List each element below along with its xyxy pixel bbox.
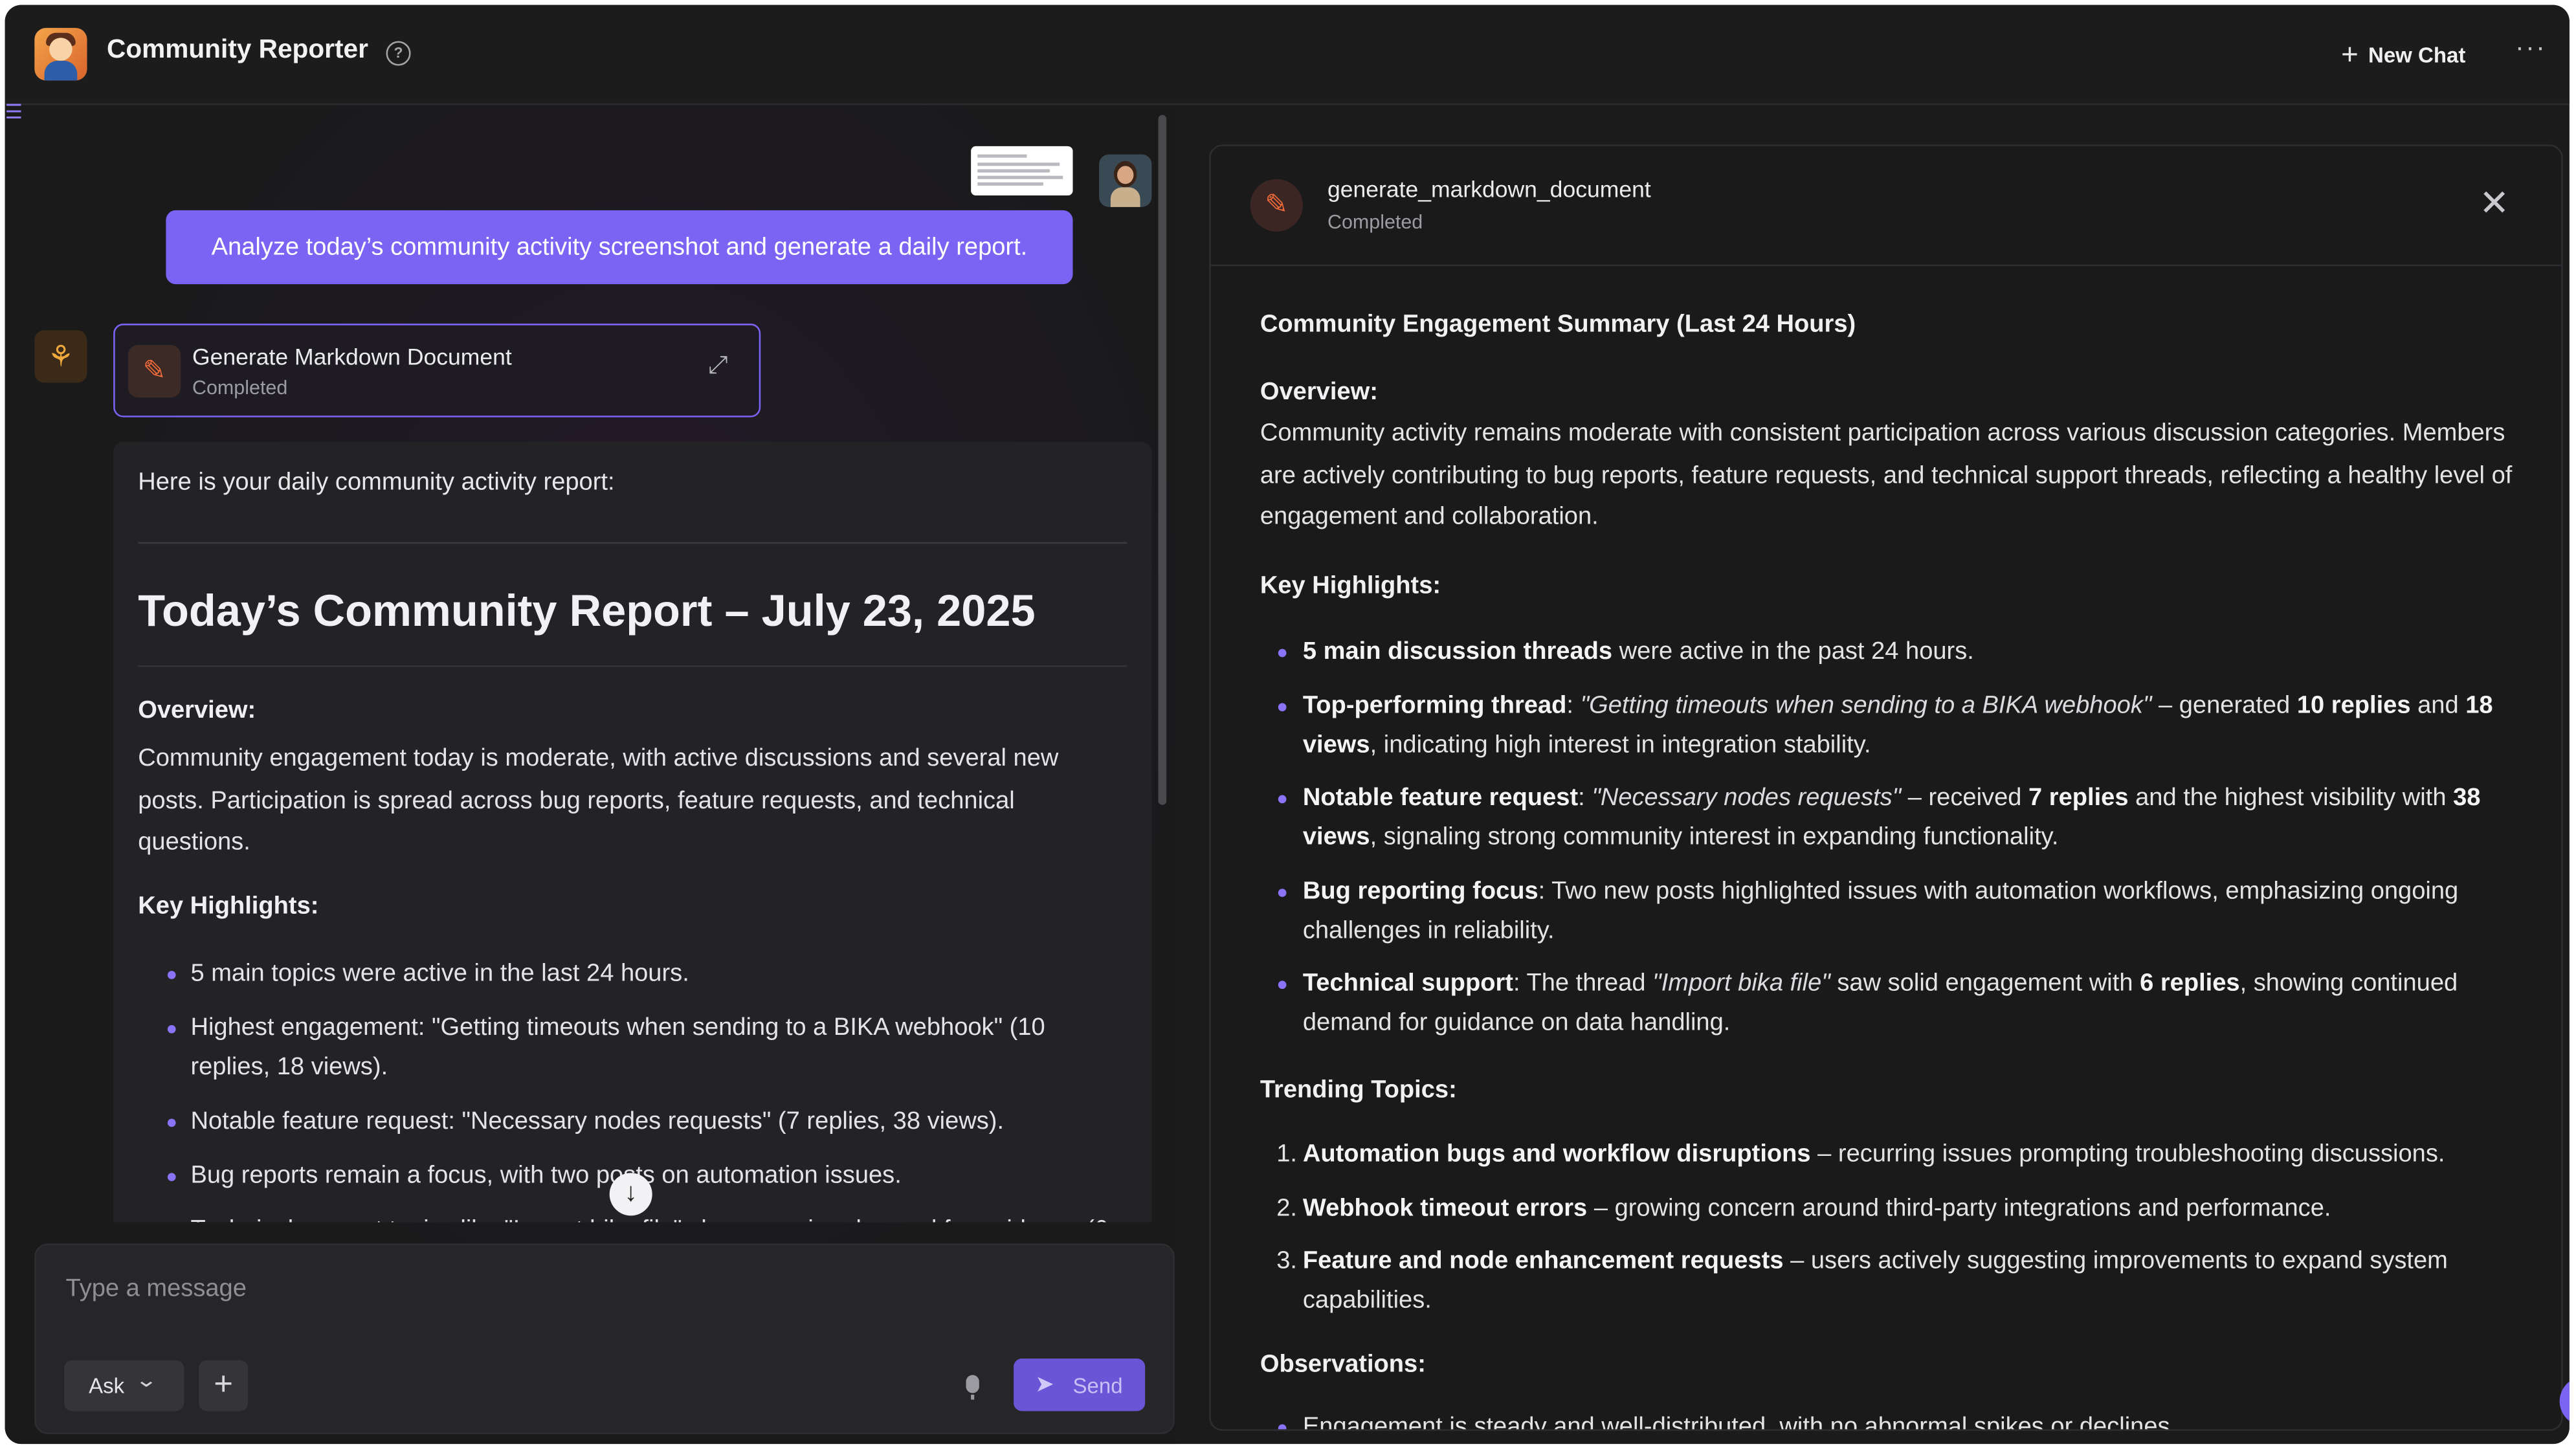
list-item: 2. Webhook timeout errors – growing conce…	[1276, 1193, 2331, 1222]
divider	[138, 542, 1127, 544]
pencil-icon: ✎	[128, 345, 181, 398]
list-item: 5 main discussion threads were active in…	[1260, 632, 2525, 672]
document-preview-panel: ✎ generate_markdown_document Completed ✕…	[1209, 144, 2563, 1431]
mode-select[interactable]: Ask ⌄	[63, 1360, 184, 1412]
list-item: 1. Automation bugs and workflow disruptio…	[1276, 1140, 2445, 1168]
pencil-icon: ✎	[1250, 179, 1303, 232]
overview-label: Overview:	[1260, 377, 1378, 406]
tool-call-card[interactable]: ✎ Generate Markdown Document Completed ⤢	[113, 324, 761, 417]
chat-scrollbar[interactable]	[1158, 115, 1167, 805]
user-avatar	[1099, 154, 1152, 207]
new-chat-button[interactable]: + New Chat	[2341, 38, 2465, 71]
attached-screenshot-thumbnail[interactable]	[971, 146, 1073, 196]
sidebar-toggle-icon[interactable]: ☰	[5, 100, 28, 124]
message-composer: Type a message Ask ⌄ + ➤ Send	[34, 1243, 1175, 1434]
overview-text: Community engagement today is moderate, …	[138, 744, 1059, 856]
new-chat-label: New Chat	[2368, 41, 2466, 67]
list-item: 3. Feature and node enhancement requests …	[1276, 1246, 2448, 1314]
highlights-list: 5 main discussion threads were active in…	[1260, 632, 2525, 1057]
document-tool-name: generate_markdown_document	[1327, 175, 1651, 203]
tool-call-name: Generate Markdown Document	[192, 343, 512, 370]
assistant-avatar-icon: ⚘	[34, 330, 87, 383]
chat-area: Analyze today’s community activity scree…	[5, 105, 1177, 1445]
list-item: Top-performing thread: "Getting timeouts…	[1260, 686, 2525, 765]
overview-text: Community activity remains moderate with…	[1260, 419, 2513, 531]
more-options-icon[interactable]: ···	[2515, 34, 2546, 64]
app-title: Community Reporter	[106, 36, 368, 64]
list-item: Notable feature request: "Necessary node…	[1260, 779, 2525, 858]
top-bar: Community Reporter ? + New Chat ···	[5, 5, 2570, 105]
app-logo	[34, 28, 87, 81]
list-item: 5 main topics were active in the last 24…	[138, 955, 1124, 993]
trending-list: 1. Automation bugs and workflow disruptio…	[1260, 1135, 2525, 1335]
assistant-message: Here is your daily community activity re…	[113, 441, 1152, 1223]
microphone-icon[interactable]	[966, 1375, 979, 1400]
tool-call-status: Completed	[192, 376, 288, 399]
report-title: Today’s Community Report – July 23, 2025	[138, 586, 1036, 636]
response-intro: Here is your daily community activity re…	[138, 468, 615, 496]
plus-icon: +	[2341, 38, 2359, 71]
app-window: Community Reporter ? + New Chat ··· Anal…	[5, 5, 2570, 1445]
list-item: Highest engagement: "Getting timeouts wh…	[138, 1009, 1124, 1086]
send-button[interactable]: ➤ Send	[1014, 1358, 1146, 1412]
scroll-to-bottom-button[interactable]: ↓	[609, 1173, 652, 1216]
overview-label: Overview:	[138, 696, 256, 725]
list-item: Bug reporting focus: Two new posts highl…	[1260, 872, 2525, 951]
divider	[138, 665, 1127, 667]
list-item: Notable feature request: "Necessary node…	[138, 1102, 1124, 1140]
send-label: Send	[1072, 1373, 1123, 1399]
observations-label: Observations:	[1260, 1350, 1426, 1379]
document-panel-header: ✎ generate_markdown_document Completed ✕	[1210, 146, 2562, 267]
list-item: Technical support: The thread "Import bi…	[1260, 964, 2525, 1043]
highlights-label: Key Highlights:	[138, 892, 319, 920]
observations-list: Engagement is steady and well-distribute…	[1260, 1408, 2525, 1430]
chevron-down-icon: ⌄	[135, 1368, 158, 1391]
message-input[interactable]: Type a message	[66, 1275, 247, 1303]
add-attachment-button[interactable]: +	[199, 1360, 249, 1412]
user-message-bubble: Analyze today’s community activity scree…	[166, 210, 1073, 285]
highlights-label: Key Highlights:	[1260, 571, 1441, 600]
help-icon[interactable]: ?	[386, 41, 411, 66]
document-status: Completed	[1327, 210, 1423, 234]
close-icon[interactable]: ✕	[2479, 183, 2509, 225]
trending-label: Trending Topics:	[1260, 1076, 1457, 1104]
send-icon: ➤	[1035, 1369, 1054, 1397]
list-item: Engagement is steady and well-distribute…	[1260, 1408, 2525, 1430]
expand-icon[interactable]: ⤢	[708, 351, 727, 379]
document-title: Community Engagement Summary (Last 24 Ho…	[1260, 310, 1856, 338]
mode-label: Ask	[89, 1373, 125, 1399]
